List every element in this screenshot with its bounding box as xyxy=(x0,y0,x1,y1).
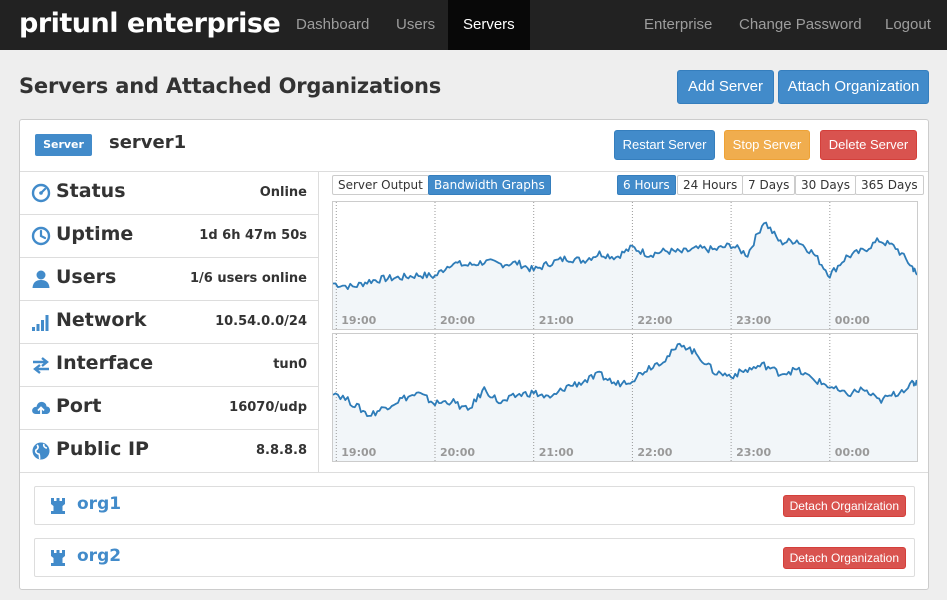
info-label: Network xyxy=(56,309,147,331)
server-info-list: Status Online Uptime 1d 6h 47m 50s Users… xyxy=(20,172,319,473)
page-title: Servers and Attached Organizations xyxy=(19,74,442,98)
x-tick-label: 23:00 xyxy=(736,314,771,327)
org-row-org2: org2 Detach Organization xyxy=(34,538,915,577)
org-name[interactable]: org2 xyxy=(77,546,121,566)
top-navbar: pritunl enterprise Dashboard Users Serve… xyxy=(0,0,947,50)
info-label: Status xyxy=(56,180,126,202)
info-value: 1d 6h 47m 50s xyxy=(199,228,307,243)
x-tick-label: 20:00 xyxy=(440,446,475,459)
nav-logout[interactable]: Logout xyxy=(870,0,946,50)
detach-organization-button[interactable]: Detach Organization xyxy=(782,495,906,517)
bandwidth-graph-2[interactable]: 19:00 20:00 21:00 22:00 23:00 00:00 xyxy=(332,333,918,462)
info-value: Online xyxy=(259,185,307,200)
attach-organization-button[interactable]: Attach Organization xyxy=(778,70,929,104)
x-tick-label: 23:00 xyxy=(736,446,771,459)
info-label: Uptime xyxy=(56,223,134,245)
x-tick-label: 00:00 xyxy=(835,314,870,327)
x-tick-label: 19:00 xyxy=(341,446,376,459)
info-row-uptime: Uptime 1d 6h 47m 50s xyxy=(20,215,318,258)
x-tick-label: 20:00 xyxy=(440,314,475,327)
info-value: 10.54.0.0/24 xyxy=(215,314,307,329)
x-tick-label: 22:00 xyxy=(637,446,672,459)
bandwidth-graph-2-svg: 19:00 20:00 21:00 22:00 23:00 00:00 xyxy=(333,334,917,461)
info-row-status: Status Online xyxy=(20,172,318,215)
clock-icon xyxy=(31,226,51,246)
info-row-users: Users 1/6 users online xyxy=(20,258,318,301)
period-7-days[interactable]: 7 Days xyxy=(742,175,796,195)
server-name[interactable]: server1 xyxy=(109,132,186,153)
x-tick-label: 21:00 xyxy=(539,446,574,459)
stop-server-button[interactable]: Stop Server xyxy=(724,130,810,160)
nav-change-password[interactable]: Change Password xyxy=(724,0,877,50)
info-value: 1/6 users online xyxy=(189,271,307,286)
nav-servers[interactable]: Servers xyxy=(448,0,530,50)
x-tick-label: 00:00 xyxy=(835,446,870,459)
info-value: 16070/udp xyxy=(229,400,307,415)
tower-icon xyxy=(51,498,65,514)
x-tick-label: 21:00 xyxy=(539,314,574,327)
cloud-upload-icon xyxy=(32,401,51,417)
bandwidth-graph-1-svg: 19:00 20:00 21:00 22:00 23:00 00:00 xyxy=(333,202,917,329)
brand-logo[interactable]: pritunl enterprise xyxy=(19,6,281,42)
panel-divider-bottom xyxy=(20,472,928,473)
info-label: Port xyxy=(56,395,102,417)
x-tick-label: 19:00 xyxy=(341,314,376,327)
org-name[interactable]: org1 xyxy=(77,494,121,514)
info-value: tun0 xyxy=(273,357,307,372)
info-row-interface: Interface tun0 xyxy=(20,344,318,387)
info-row-public-ip: Public IP 8.8.8.8 xyxy=(20,430,318,473)
info-label: Interface xyxy=(56,352,154,374)
server-badge: Server xyxy=(35,134,92,156)
period-365-days[interactable]: 365 Days xyxy=(855,175,924,195)
detach-organization-button[interactable]: Detach Organization xyxy=(782,547,906,569)
restart-server-button[interactable]: Restart Server xyxy=(614,130,715,160)
transfer-icon xyxy=(33,357,49,374)
nav-users[interactable]: Users xyxy=(381,0,450,50)
tab-server-output[interactable]: Server Output xyxy=(332,175,429,195)
add-server-button[interactable]: Add Server xyxy=(677,70,774,104)
period-6-hours[interactable]: 6 Hours xyxy=(617,175,676,195)
info-label: Public IP xyxy=(56,438,149,460)
info-row-network: Network 10.54.0.0/24 xyxy=(20,301,318,344)
nav-dashboard[interactable]: Dashboard xyxy=(281,0,384,50)
period-30-days[interactable]: 30 Days xyxy=(795,175,857,195)
org-row-org1: org1 Detach Organization xyxy=(34,486,915,525)
info-value: 8.8.8.8 xyxy=(256,443,307,458)
tab-bandwidth-graphs[interactable]: Bandwidth Graphs xyxy=(428,175,551,195)
server-panel: Server server1 Restart Server Stop Serve… xyxy=(19,119,929,590)
info-label: Users xyxy=(56,266,117,288)
user-icon xyxy=(32,270,50,288)
tower-icon xyxy=(51,550,65,566)
bandwidth-graph-1[interactable]: 19:00 20:00 21:00 22:00 23:00 00:00 xyxy=(332,201,918,330)
period-24-hours[interactable]: 24 Hours xyxy=(677,175,744,195)
info-row-port: Port 16070/udp xyxy=(20,387,318,430)
signal-icon xyxy=(32,315,49,331)
globe-icon xyxy=(32,442,50,460)
nav-enterprise[interactable]: Enterprise xyxy=(629,0,727,50)
x-tick-label: 22:00 xyxy=(637,314,672,327)
delete-server-button[interactable]: Delete Server xyxy=(820,130,917,160)
dashboard-icon xyxy=(31,183,51,203)
